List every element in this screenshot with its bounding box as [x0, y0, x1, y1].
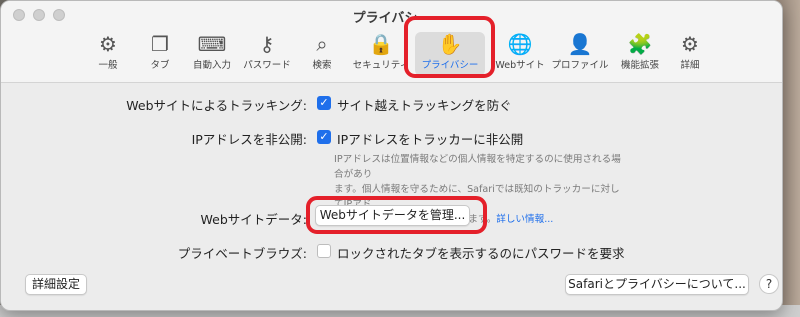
website-data-label: Webサイトデータ:	[200, 212, 307, 227]
tab-profiles[interactable]: 👤 プロファイル	[548, 32, 612, 76]
preferences-window: プライバシー ⚙ 一般 ❐ タブ ⌨ 自動入力 ⚷ パスワード ⌕ 検索 🔒 セ…	[0, 0, 783, 311]
tab-search[interactable]: ⌕ 検索	[290, 32, 354, 76]
about-safari-privacy-button[interactable]: Safariとプライバシーについて...	[565, 274, 749, 295]
tab-label: セキュリティ	[352, 60, 410, 71]
help-button[interactable]: ?	[759, 274, 779, 294]
private-browsing-option: ロックされたタブを表示するのにパスワードを要求	[337, 246, 625, 261]
tab-label: プロファイル	[551, 60, 609, 71]
advanced-settings-button[interactable]: 詳細設定	[25, 274, 87, 295]
tab-privacy[interactable]: ✋ プライバシー	[415, 32, 485, 76]
private-browsing-checkbox[interactable]	[317, 244, 331, 258]
tab-label: 詳細	[680, 60, 700, 71]
lock-icon: 🔒	[368, 32, 394, 56]
tracking-checkbox[interactable]: ✓	[317, 96, 331, 110]
ip-checkbox[interactable]: ✓	[317, 130, 331, 144]
tracking-label: Webサイトによるトラッキング:	[126, 98, 307, 113]
tab-label: 検索	[312, 60, 332, 71]
search-icon: ⌕	[316, 32, 328, 56]
tab-advanced[interactable]: ⚙ 詳細	[658, 32, 722, 76]
tab-websites[interactable]: 🌐 Webサイト	[488, 32, 552, 76]
ip-label: IPアドレスを非公開:	[191, 132, 307, 147]
tracking-option: サイト越えトラッキングを防ぐ	[337, 98, 512, 113]
hand-icon: ✋	[437, 32, 463, 56]
person-icon: 👤	[567, 32, 593, 56]
more-info-link[interactable]: 詳しい情報...	[496, 214, 553, 225]
gears-icon: ⚙	[681, 32, 699, 56]
manage-website-data-button[interactable]: Webサイトデータを管理...	[315, 205, 470, 226]
tab-security[interactable]: 🔒 セキュリティ	[349, 32, 413, 76]
globe-icon: 🌐	[507, 32, 533, 56]
toolbar: プライバシー ⚙ 一般 ❐ タブ ⌨ 自動入力 ⚷ パスワード ⌕ 検索 🔒 セ…	[1, 1, 782, 83]
window-title: プライバシー	[352, 11, 431, 26]
tab-label: プライバシー	[421, 60, 479, 71]
private-browsing-label: プライベートブラウズ:	[177, 246, 307, 261]
ip-option: IPアドレスをトラッカーに非公開	[337, 132, 524, 147]
ip-description-line: IPアドレスは位置情報などの個人情報を特定するのに使用される場合があり	[334, 154, 621, 180]
tab-label: Webサイト	[495, 60, 545, 71]
